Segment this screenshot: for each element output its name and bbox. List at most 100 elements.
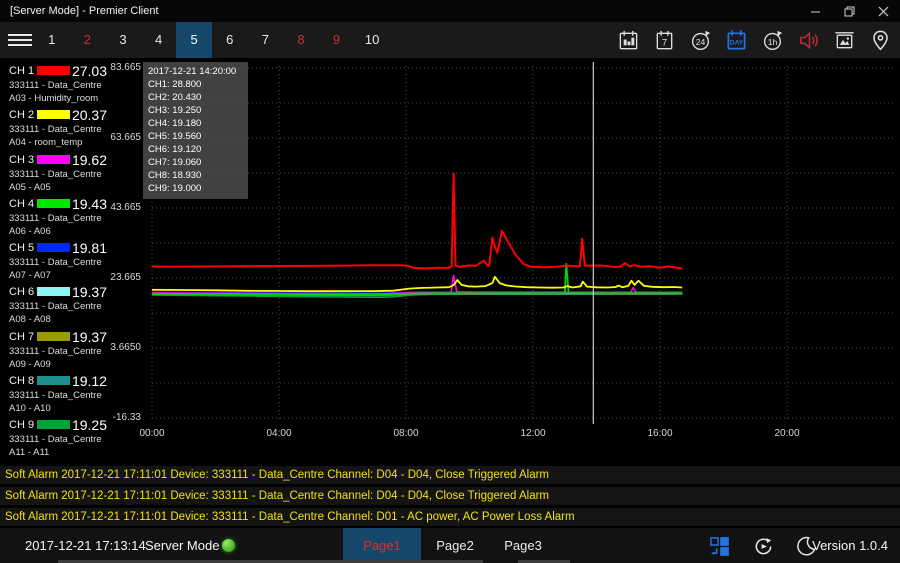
24-hour-icon[interactable]: 24 [682,22,718,58]
svg-text:7: 7 [661,37,666,48]
channel-point: A05 - A05 [9,182,51,193]
channel-device: 333111 - Data_Centre [9,346,102,357]
channel-point: A04 - room_temp [9,137,82,148]
channel-item[interactable]: CH 5 19.81 333111 - Data_Centre A07 - A0… [0,238,112,282]
series-CH2 [152,277,682,291]
svg-text:DAY: DAY [729,39,743,46]
channel-device: 333111 - Data_Centre [9,80,102,91]
page-tab[interactable]: Page1 [343,528,421,563]
tooltip-channel-value: CH5: 19.560 [148,130,244,143]
status-mode-label: Server Mode [145,528,219,563]
tooltip-channel-value: CH3: 19.250 [148,104,244,117]
channel-id: CH 7 [9,331,34,343]
y-axis-label: 3.6650 [100,342,141,353]
channel-item[interactable]: CH 4 19.43 333111 - Data_Centre A06 - A0… [0,194,112,238]
page-number-tab[interactable]: 5 [176,22,212,58]
tooltip-channel-value: CH6: 19.120 [148,143,244,156]
page-number-tab[interactable]: 10 [354,22,390,58]
channel-point: A03 - Humidity_room [9,93,98,104]
channel-id: CH 2 [9,109,34,121]
x-axis-label: 00:00 [135,428,169,439]
channel-device: 333111 - Data_Centre [9,257,102,268]
channel-id: CH 9 [9,419,34,431]
x-axis-label: 04:00 [262,428,296,439]
status-clock: 2017-12-21 17:13:14 [25,528,146,563]
page-number-tab[interactable]: 9 [319,22,355,58]
channel-point: A07 - A07 [9,270,51,281]
snapshot-icon[interactable] [826,22,862,58]
minimize-button[interactable] [798,0,832,22]
y-axis-label: -16.33 [100,412,141,423]
connection-led [222,539,235,552]
trend-chart[interactable] [145,58,900,426]
page-number-tab[interactable]: 1 [34,22,70,58]
page-number-tabs: 12345678910 [34,22,390,58]
layout-switch-icon[interactable] [708,535,730,557]
channel-item[interactable]: CH 1 27.03 333111 - Data_Centre A03 - Hu… [0,61,112,105]
y-axis-label: 83.665 [100,62,141,73]
page-number-tab[interactable]: 7 [248,22,284,58]
tooltip-channel-value: CH9: 19.000 [148,182,244,195]
page-number-tab[interactable]: 4 [141,22,177,58]
close-button[interactable] [866,0,900,22]
channel-point: A06 - A06 [9,226,51,237]
sync-icon[interactable] [752,535,774,557]
channel-id: CH 6 [9,286,34,298]
channel-item[interactable]: CH 8 19.12 333111 - Data_Centre A10 - A1… [0,371,112,415]
x-axis-label: 16:00 [643,428,677,439]
channel-id: CH 4 [9,198,34,210]
channel-color-swatch [37,199,70,208]
page-number-tab[interactable]: 2 [70,22,106,58]
tooltip-channel-value: CH1: 28.800 [148,78,244,91]
channel-point: A09 - A09 [9,359,51,370]
alarm-message[interactable]: Soft Alarm 2017-12-21 17:11:01 Device: 3… [0,508,900,526]
alarm-message[interactable]: Soft Alarm 2017-12-21 17:11:01 Device: 3… [0,466,900,484]
channel-item[interactable]: CH 7 19.37 333111 - Data_Centre A09 - A0… [0,327,112,371]
restore-button[interactable] [832,0,866,22]
x-axis-label: 08:00 [389,428,423,439]
title-bar: [Server Mode] - Premier Client [0,0,900,22]
channel-color-swatch [37,110,70,119]
premier-client-window: [Server Mode] - Premier Client 123456789… [0,0,900,563]
channel-device: 333111 - Data_Centre [9,301,102,312]
channel-item[interactable]: CH 6 19.37 333111 - Data_Centre A08 - A0… [0,282,112,326]
status-bar: 2017-12-21 17:13:14 Server Mode Page1Pag… [0,528,900,563]
channel-color-swatch [37,66,70,75]
page-tab[interactable]: Page2 [421,528,489,563]
page-number-tab[interactable]: 3 [105,22,141,58]
channel-point: A11 - A11 [9,447,49,458]
version-label: Version 1.0.4 [812,528,888,563]
channel-legend-panel: CH 1 27.03 333111 - Data_Centre A03 - Hu… [0,61,112,460]
day-view-icon[interactable]: DAY [718,22,754,58]
tooltip-channel-value: CH7: 19.060 [148,156,244,169]
y-axis-label: 43.665 [100,202,141,213]
1-hour-icon[interactable]: 1h [754,22,790,58]
channel-color-swatch [37,243,70,252]
tooltip-channel-value: CH4: 19.180 [148,117,244,130]
tooltip-timestamp: 2017-12-21 14:20:00 [148,65,244,78]
sound-icon[interactable] [790,22,826,58]
channel-item[interactable]: CH 2 20.37 333111 - Data_Centre A04 - ro… [0,105,112,149]
channel-device: 333111 - Data_Centre [9,124,102,135]
channel-id: CH 3 [9,154,34,166]
x-axis-label: 20:00 [770,428,804,439]
page-number-tab[interactable]: 6 [212,22,248,58]
calendar-week-icon[interactable]: 7 [646,22,682,58]
alarm-message[interactable]: Soft Alarm 2017-12-21 17:11:01 Device: 3… [0,487,900,505]
location-icon[interactable] [862,22,898,58]
trend-view: CH 1 27.03 333111 - Data_Centre A03 - Hu… [0,58,900,466]
channel-id: CH 1 [9,65,34,77]
page-number-tab[interactable]: 8 [283,22,319,58]
channel-item[interactable]: CH 9 19.25 333111 - Data_Centre A11 - A1… [0,415,112,459]
tooltip-channel-value: CH8: 18.930 [148,169,244,182]
x-axis: 00:0004:0008:0012:0016:0020:00 [145,428,900,442]
y-axis-label: 63.665 [100,132,141,143]
channel-item[interactable]: CH 3 19.62 333111 - Data_Centre A05 - A0… [0,150,112,194]
menu-button[interactable] [8,31,32,49]
channel-color-swatch [37,332,70,341]
calendar-report-icon[interactable] [610,22,646,58]
page-tab[interactable]: Page3 [489,528,557,563]
channel-device: 333111 - Data_Centre [9,169,102,180]
channel-point: A08 - A08 [9,314,51,325]
chart-plot-area[interactable]: 00:0004:0008:0012:0016:0020:00 2017-12-2… [145,58,900,466]
